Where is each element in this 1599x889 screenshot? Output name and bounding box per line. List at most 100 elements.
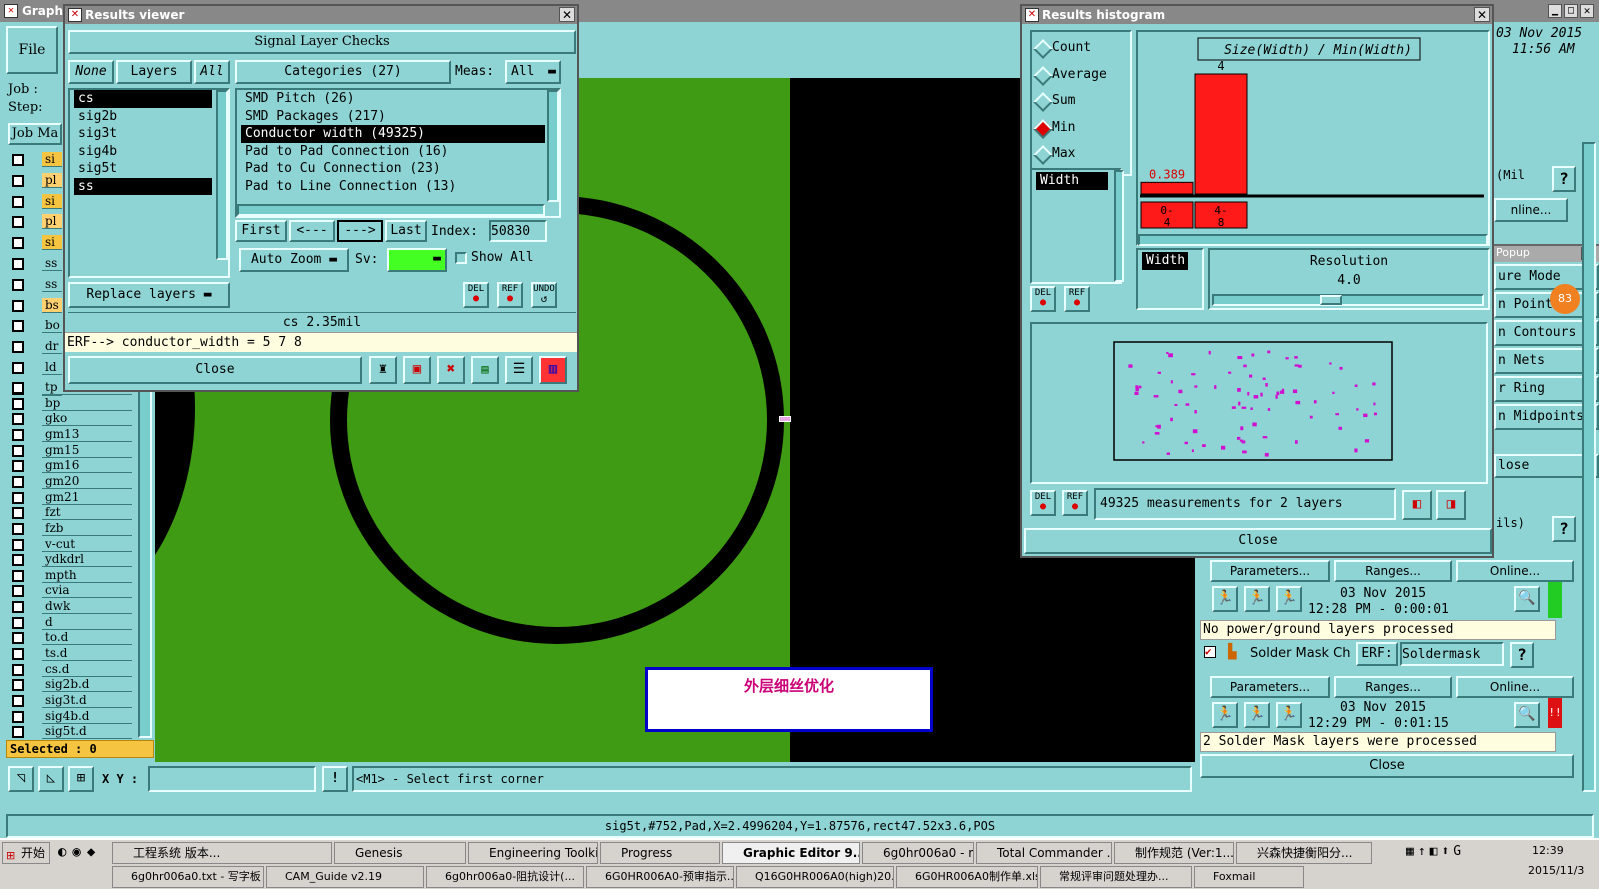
job-manager-button[interactable]: Job Ma	[8, 123, 62, 145]
grid-tool-button[interactable]: ⊞	[68, 766, 94, 792]
notes-icon[interactable]: ☰	[505, 356, 533, 384]
start-button[interactable]: ⊞ 开始	[2, 842, 50, 864]
taskbar-item[interactable]: 工程系统 版本...	[112, 842, 332, 864]
taskbar-item[interactable]: 兴森快捷衡阳分...	[1236, 842, 1372, 864]
layers-button[interactable]: Layers	[116, 60, 192, 84]
layer-row[interactable]: cvia	[10, 583, 132, 599]
layer-checkbox[interactable]	[12, 195, 24, 208]
category-hscrollbar[interactable]	[237, 204, 545, 216]
layer-row[interactable]: sig4b.d	[10, 708, 132, 725]
layer-list-item[interactable]: sig3t	[74, 125, 212, 143]
run-stop-icon-2[interactable]: 🏃	[1276, 702, 1302, 728]
layer-checkbox[interactable]	[12, 554, 24, 567]
auto-zoom-dropdown[interactable]: Auto Zoom ▬	[239, 248, 349, 272]
alert-button[interactable]: !	[322, 766, 348, 792]
online-button[interactable]: Online...	[1456, 560, 1574, 582]
layer-checkbox[interactable]	[12, 726, 24, 739]
layer-checkbox[interactable]	[12, 648, 24, 661]
layer-checkbox[interactable]	[12, 695, 24, 707]
layer-checkbox[interactable]	[12, 522, 24, 535]
layer-row[interactable]: gm16	[10, 458, 132, 474]
stat-radio-average[interactable]: Average	[1032, 65, 1128, 86]
close-icon[interactable]: ✕	[1474, 7, 1490, 22]
res-item[interactable]: Width	[1142, 252, 1188, 270]
taskbar-item[interactable]: 6g0hr006a0 - mai...	[862, 842, 974, 864]
measure-tool-button[interactable]: ◺	[38, 766, 64, 792]
taskbar-item[interactable]: 常规评审问题处理办...	[1040, 866, 1192, 888]
slider-thumb[interactable]	[1320, 295, 1342, 305]
taskbar-item[interactable]: Foxmail	[1194, 866, 1304, 888]
layer-checkbox[interactable]	[12, 460, 24, 473]
layer-checkbox[interactable]	[12, 491, 24, 504]
show-all-checkbox[interactable]	[455, 252, 467, 264]
checklist-close-button[interactable]: Close	[1200, 754, 1574, 778]
category-item[interactable]: Pad to Pad Connection (16)	[241, 143, 545, 161]
layer-checkbox[interactable]	[12, 299, 24, 312]
export-right-icon[interactable]: ◨	[1436, 490, 1466, 520]
run-all-icon[interactable]: 🏃	[1244, 586, 1270, 612]
layer-row[interactable]: ts.d	[10, 646, 132, 662]
layer-checkbox[interactable]	[12, 585, 24, 598]
index-input[interactable]	[489, 220, 547, 242]
severity-color-dropdown[interactable]: ▬	[387, 248, 447, 272]
layer-checkbox[interactable]	[12, 413, 24, 426]
del-button[interactable]: DEL ●	[1030, 286, 1056, 312]
ranges-button-2[interactable]: Ranges...	[1334, 676, 1452, 698]
online-button-top[interactable]: nline...	[1494, 198, 1568, 222]
layer-checkbox[interactable]	[12, 710, 24, 723]
replace-layers-dropdown[interactable]: Replace layers ▬	[68, 282, 230, 308]
layer-checkbox[interactable]	[12, 341, 24, 354]
stat-radio-sum[interactable]: Sum	[1032, 91, 1128, 112]
layer-row[interactable]: fzt	[10, 505, 132, 521]
help-button-3[interactable]: ?	[1510, 642, 1534, 668]
minimize-icon[interactable]: ▁	[1548, 4, 1562, 18]
layer-row[interactable]: sig2b.d	[10, 677, 132, 693]
histogram-bar[interactable]	[1194, 73, 1248, 195]
file-menu[interactable]: File	[6, 26, 58, 74]
layer-checkbox[interactable]	[12, 258, 24, 270]
prev-button[interactable]: <---	[289, 220, 335, 242]
close-icon[interactable]: ✕	[559, 7, 575, 22]
stat-radio-min[interactable]: Min	[1032, 118, 1128, 139]
run-icon-2[interactable]: 🏃	[1212, 702, 1238, 728]
layer-list-item[interactable]: ss	[74, 177, 212, 195]
layer-listbox[interactable]: cs sig2b sig3t sig4b sig5t ss	[68, 88, 230, 278]
del-button[interactable]: DEL ●	[463, 282, 489, 308]
last-button[interactable]: Last	[385, 220, 427, 242]
taskbar-item[interactable]: 6G0HR006A0制作单.xls	[896, 866, 1038, 888]
parameters-button[interactable]: Parameters...	[1210, 560, 1330, 582]
layer-scrollbar[interactable]	[138, 380, 152, 738]
layer-checkbox[interactable]	[12, 663, 24, 676]
taskbar-item[interactable]: 制作规范 (Ver:1....	[1114, 842, 1234, 864]
solder-mask-checkbox[interactable]: ✔	[1204, 646, 1216, 658]
taskbar-item[interactable]: 6g0hr006a0.txt - 写字板	[112, 866, 264, 888]
layer-row[interactable]: cs.d	[10, 661, 132, 678]
layer-checkbox[interactable]	[12, 601, 24, 614]
ranges-button[interactable]: Ranges...	[1334, 560, 1452, 582]
layer-checkbox[interactable]	[12, 237, 24, 250]
attr-item[interactable]: Width	[1036, 172, 1108, 190]
resolution-listbox[interactable]: Width	[1136, 248, 1204, 310]
layer-row[interactable]: gm20	[10, 473, 132, 490]
step-icon[interactable]: ▤	[471, 356, 499, 384]
layer-row[interactable]: gm21	[10, 489, 132, 506]
stat-radio-count[interactable]: Count	[1032, 38, 1128, 59]
run-all-icon-2[interactable]: 🏃	[1244, 702, 1270, 728]
category-item[interactable]: Conductor width (49325)	[241, 125, 545, 143]
histogram-icon[interactable]: ▥	[539, 356, 567, 384]
layer-checkbox[interactable]	[12, 444, 24, 457]
taskbar-item[interactable]: CAM_Guide v2.19	[266, 866, 424, 888]
layer-checkbox[interactable]	[12, 397, 24, 410]
layer-checkbox[interactable]	[12, 382, 24, 394]
online-button-2[interactable]: Online...	[1456, 676, 1574, 698]
layer-list-item[interactable]: sig4b	[74, 143, 212, 161]
attribute-listbox[interactable]: Width	[1030, 168, 1122, 284]
layer-checkbox[interactable]	[12, 679, 24, 692]
right-scrollbar[interactable]	[1582, 142, 1596, 792]
layer-row[interactable]: gm13	[10, 426, 132, 443]
layer-checkbox[interactable]	[12, 632, 24, 645]
close-icon[interactable]: ✕	[1580, 4, 1594, 18]
histogram-bar[interactable]	[1140, 181, 1194, 195]
layer-checkbox[interactable]	[12, 320, 24, 333]
layer-row[interactable]: ydkdrl	[10, 552, 132, 568]
